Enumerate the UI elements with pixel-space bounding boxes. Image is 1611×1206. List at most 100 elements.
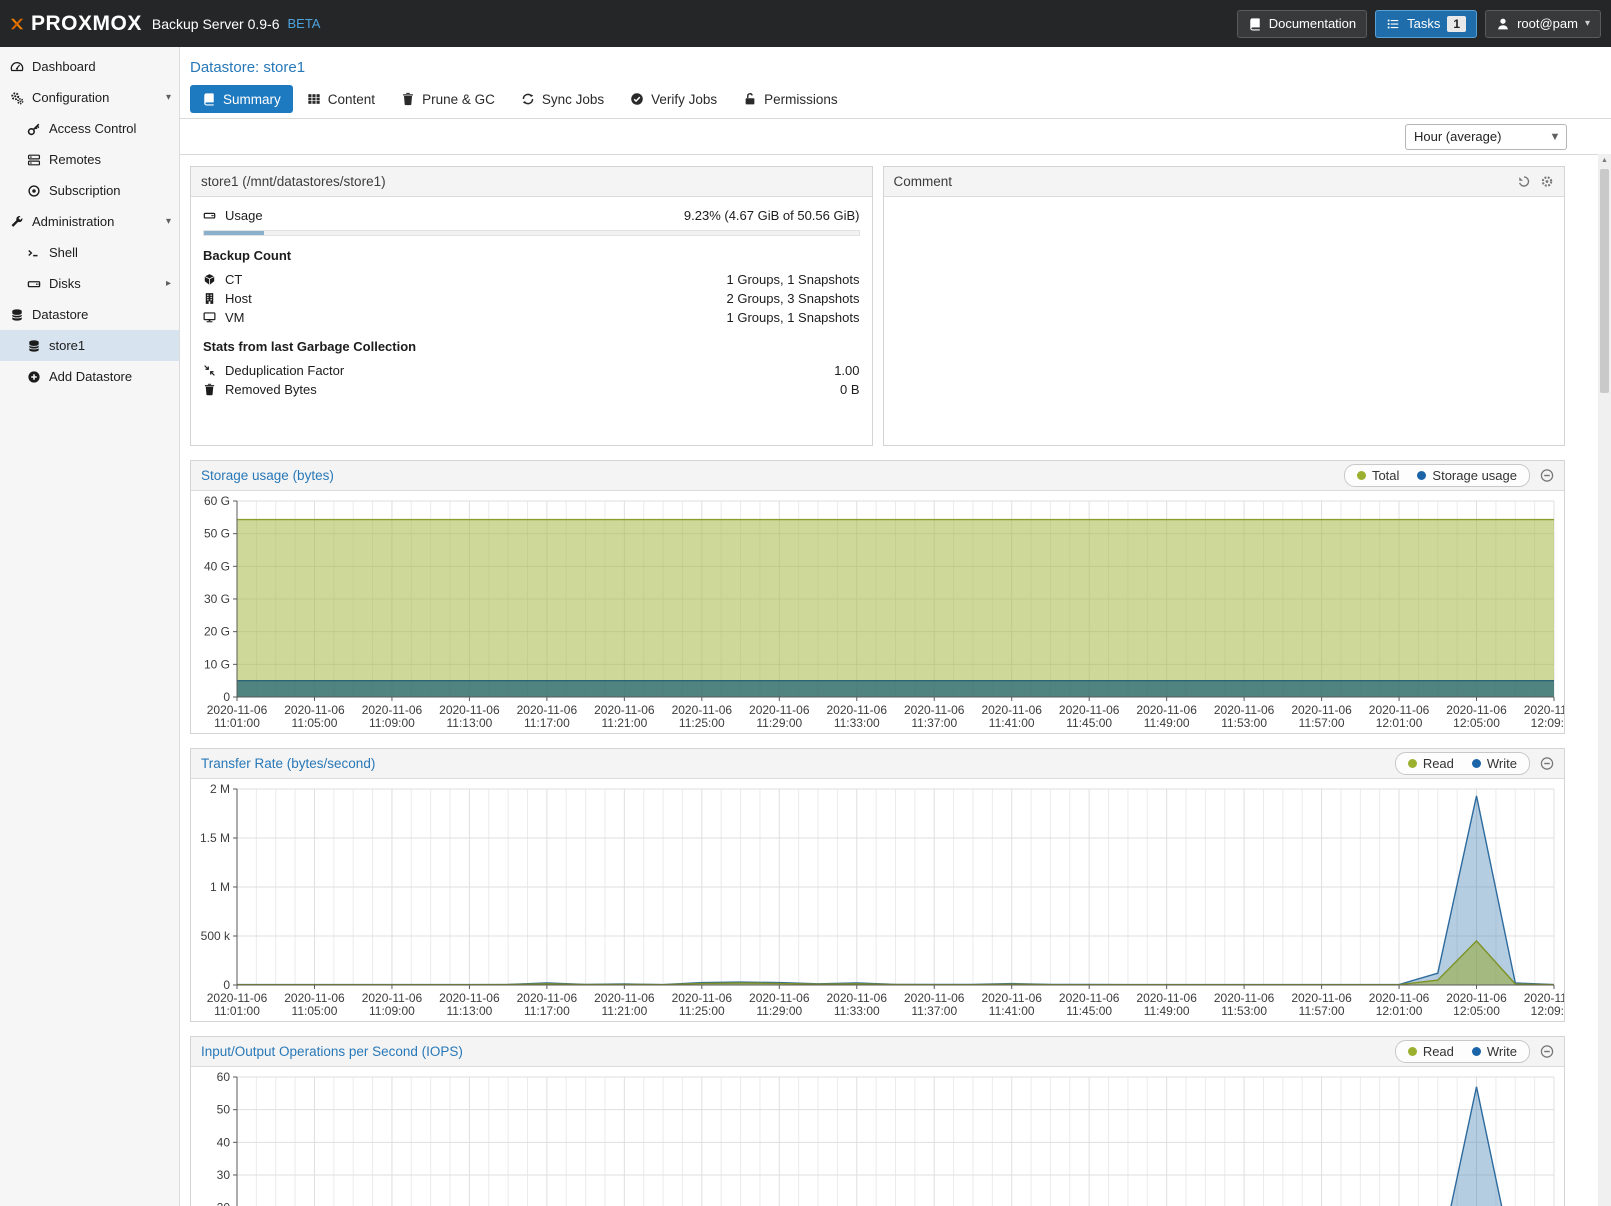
legend-item-read[interactable]: Read — [1408, 756, 1454, 771]
documentation-button[interactable]: Documentation — [1237, 10, 1367, 38]
sidebar-item-datastore[interactable]: Datastore — [0, 299, 179, 330]
usage-row: Usage 9.23% (4.67 GiB of 50.56 GiB) — [203, 206, 860, 225]
sidebar-item-shell[interactable]: Shell — [0, 237, 179, 268]
tab-verify-jobs[interactable]: Verify Jobs — [618, 85, 729, 113]
svg-text:11:25:00: 11:25:00 — [679, 716, 725, 730]
scrollbar-thumb[interactable] — [1600, 169, 1609, 393]
svg-text:60: 60 — [217, 1070, 231, 1084]
beta-link[interactable]: BETA — [287, 16, 320, 31]
svg-text:2020-11-06: 2020-11-06 — [1214, 703, 1275, 717]
svg-text:0: 0 — [223, 978, 230, 992]
svg-text:11:09:00: 11:09:00 — [369, 716, 415, 730]
svg-text:11:41:00: 11:41:00 — [989, 1004, 1035, 1018]
tab-sync-jobs[interactable]: Sync Jobs — [509, 85, 616, 113]
usage-progress-bar — [203, 230, 860, 236]
sidebar-item-administration[interactable]: Administration ▾ — [0, 206, 179, 237]
chevron-down-icon[interactable]: ▾ — [166, 92, 171, 103]
building-icon — [203, 292, 216, 305]
sidebar-item-subscription[interactable]: Subscription — [0, 175, 179, 206]
comment-panel-title: Comment — [894, 174, 1518, 189]
scrollbar-up-arrow[interactable]: ▲ — [1598, 154, 1611, 168]
svg-text:11:29:00: 11:29:00 — [756, 1004, 802, 1018]
storage-usage-chart: 010 G20 G30 G40 G50 G60 G2020-11-0611:01… — [191, 491, 1564, 733]
backup-count-heading: Backup Count — [203, 248, 860, 263]
svg-text:2020-11-06: 2020-11-06 — [749, 991, 810, 1005]
comment-panel-header: Comment — [884, 167, 1565, 197]
tab-permissions[interactable]: Permissions — [731, 85, 850, 113]
chevron-right-icon[interactable]: ▸ — [166, 278, 171, 289]
chevron-down-icon[interactable]: ▼ — [1544, 131, 1566, 143]
sync-icon — [521, 92, 535, 106]
comment-panel: Comment — [883, 166, 1566, 446]
gc-value: 0 B — [840, 382, 860, 397]
comment-body[interactable] — [884, 197, 1565, 445]
collapse-circle-icon[interactable] — [1540, 756, 1554, 771]
storage-chart-header: Storage usage (bytes) Total Storage usag… — [191, 461, 1564, 491]
svg-text:11:49:00: 11:49:00 — [1144, 716, 1190, 730]
tab-summary[interactable]: Summary — [190, 85, 293, 113]
svg-text:20 G: 20 G — [204, 625, 230, 639]
database-icon — [10, 308, 24, 322]
timeframe-select[interactable]: Hour (average) ▼ — [1405, 124, 1567, 150]
sidebar-label: Configuration — [32, 90, 109, 105]
sidebar-label: Access Control — [49, 121, 136, 136]
vertical-scrollbar[interactable]: ▲ — [1598, 154, 1611, 1206]
user-icon — [1496, 17, 1510, 31]
cube-icon — [203, 273, 216, 286]
legend-dot — [1408, 759, 1417, 768]
svg-text:11:53:00: 11:53:00 — [1221, 1004, 1267, 1018]
legend-item-write[interactable]: Write — [1472, 1044, 1517, 1059]
svg-text:11:49:00: 11:49:00 — [1144, 1004, 1190, 1018]
legend-dot — [1357, 471, 1366, 480]
legend-item-storage-usage[interactable]: Storage usage — [1417, 468, 1517, 483]
sidebar-item-configuration[interactable]: Configuration ▾ — [0, 82, 179, 113]
gear-icon[interactable] — [1540, 174, 1554, 189]
svg-text:40 G: 40 G — [204, 559, 230, 573]
legend-item-read[interactable]: Read — [1408, 1044, 1454, 1059]
sidebar-label: Disks — [49, 276, 81, 291]
usage-label: Usage — [225, 208, 263, 223]
svg-text:2020-11-06: 2020-11-06 — [749, 703, 810, 717]
legend-dot — [1408, 1047, 1417, 1056]
svg-text:11:45:00: 11:45:00 — [1066, 1004, 1112, 1018]
user-label: root@pam — [1517, 16, 1578, 31]
server-icon — [27, 153, 41, 167]
tasks-count-badge: 1 — [1447, 16, 1466, 32]
tab-content[interactable]: Content — [295, 85, 387, 113]
svg-text:2020-11-06: 2020-11-06 — [362, 703, 423, 717]
tab-prune-gc[interactable]: Prune & GC — [389, 85, 507, 113]
sidebar-item-remotes[interactable]: Remotes — [0, 144, 179, 175]
svg-text:2020-11-06: 2020-11-06 — [672, 703, 733, 717]
legend-item-write[interactable]: Write — [1472, 756, 1517, 771]
transfer-chart-title: Transfer Rate (bytes/second) — [201, 756, 1395, 771]
legend-dot — [1472, 1047, 1481, 1056]
svg-text:2020-11-06: 2020-11-06 — [827, 991, 888, 1005]
svg-text:11:25:00: 11:25:00 — [679, 1004, 725, 1018]
chevron-down-icon[interactable]: ▾ — [166, 216, 171, 227]
transfer-chart-legend: Read Write — [1395, 752, 1530, 775]
svg-text:2020-11-06: 2020-11-06 — [1059, 991, 1120, 1005]
tasks-button[interactable]: Tasks 1 — [1375, 10, 1477, 38]
collapse-circle-icon[interactable] — [1540, 1044, 1554, 1059]
sidebar-item-add-datastore[interactable]: Add Datastore — [0, 361, 179, 392]
legend-label: Total — [1372, 468, 1399, 483]
collapse-circle-icon[interactable] — [1540, 468, 1554, 483]
undo-icon[interactable] — [1517, 174, 1531, 189]
svg-text:1.5 M: 1.5 M — [200, 831, 230, 845]
dedup-factor-row: Deduplication Factor 1.00 — [203, 361, 860, 380]
sidebar-item-dashboard[interactable]: Dashboard — [0, 51, 179, 82]
user-menu-button[interactable]: root@pam ▾ — [1485, 10, 1601, 38]
sidebar-item-disks[interactable]: Disks ▸ — [0, 268, 179, 299]
usage-progress-fill — [204, 231, 264, 235]
svg-text:2020-11-06: 2020-11-06 — [981, 703, 1042, 717]
sidebar-item-store1[interactable]: store1 — [0, 330, 179, 361]
legend-item-total[interactable]: Total — [1357, 468, 1399, 483]
sidebar-item-access-control[interactable]: Access Control — [0, 113, 179, 144]
svg-text:2020-11-06: 2020-11-06 — [594, 703, 655, 717]
count-label: CT — [225, 272, 242, 287]
svg-text:2020-11-06: 2020-11-06 — [827, 703, 888, 717]
legend-label: Write — [1487, 1044, 1517, 1059]
count-value: 1 Groups, 1 Snapshots — [727, 272, 860, 287]
svg-text:2020-11-06: 2020-11-06 — [1446, 703, 1507, 717]
svg-text:2020-11-06: 2020-11-06 — [904, 991, 965, 1005]
